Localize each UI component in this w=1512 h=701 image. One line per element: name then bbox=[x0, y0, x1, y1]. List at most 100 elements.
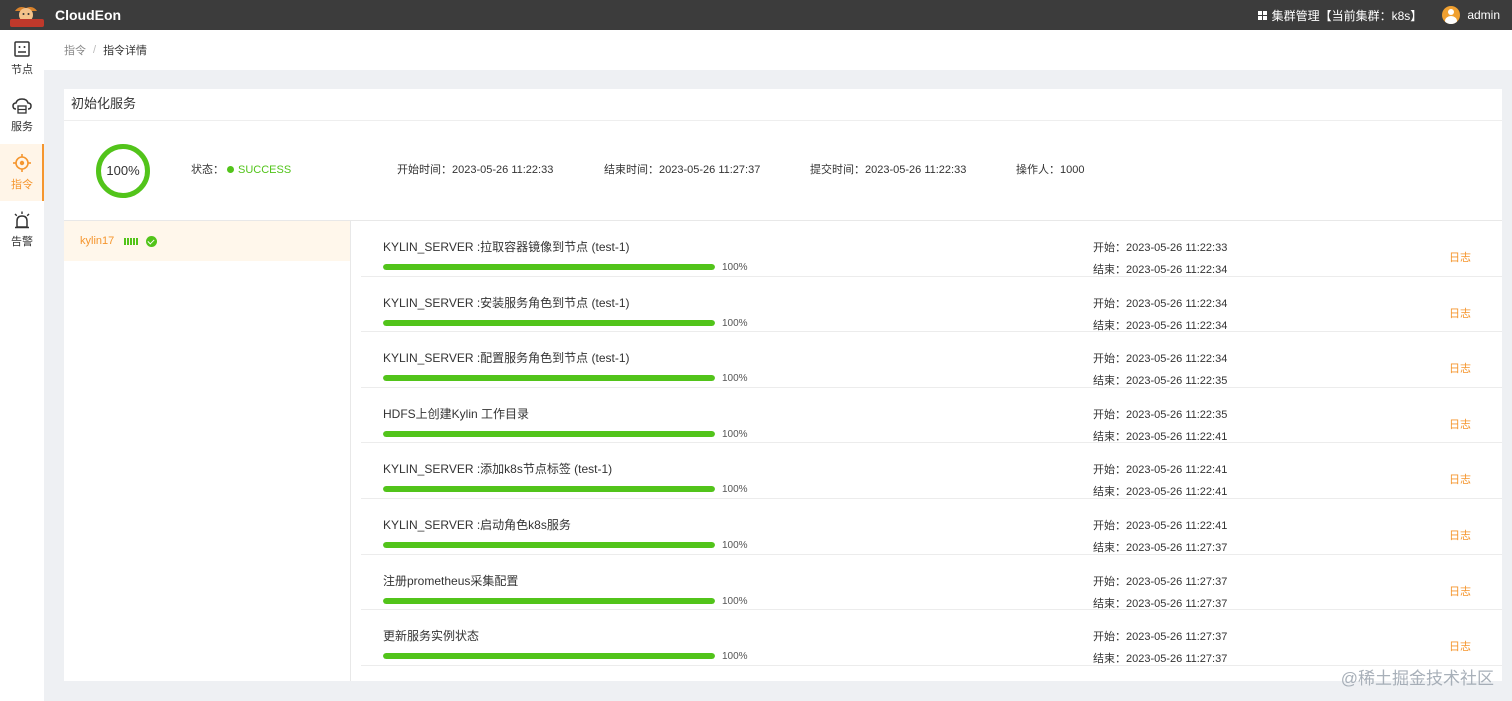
sidebar-item-alarms[interactable]: 告警 bbox=[0, 201, 44, 258]
host-list: kylin17 bbox=[64, 221, 351, 681]
task-start-label: 开始： bbox=[1093, 519, 1126, 532]
progress-bars-icon bbox=[124, 237, 139, 245]
task-progress-bar bbox=[383, 597, 715, 604]
task-progress-bar bbox=[383, 375, 715, 382]
success-check-icon bbox=[146, 235, 158, 247]
node-icon bbox=[14, 41, 30, 57]
task-progress-bar bbox=[383, 486, 715, 493]
task-start-value: 2023-05-26 11:22:33 bbox=[1126, 242, 1228, 254]
task-progress-fill bbox=[383, 653, 715, 660]
task-end-value: 2023-05-26 11:27:37 bbox=[1126, 653, 1228, 666]
task-start: 开始：2023-05-26 11:22:41 bbox=[1093, 461, 1227, 477]
task-progress-fill bbox=[383, 319, 715, 326]
task-start-label: 开始： bbox=[1093, 464, 1126, 477]
task-start-value: 2023-05-26 11:22:34 bbox=[1126, 297, 1228, 310]
status-dot-icon bbox=[227, 166, 234, 173]
task-end-value: 2023-05-26 11:27:37 bbox=[1126, 541, 1228, 554]
task-log-link[interactable]: 日志 bbox=[1449, 527, 1471, 543]
sidebar-item-nodes[interactable]: 节点 bbox=[0, 30, 44, 87]
task-end-label: 结束： bbox=[1093, 653, 1126, 666]
sidebar-item-label: 服务 bbox=[11, 121, 33, 133]
task-progress-bar bbox=[383, 653, 715, 660]
task-log-link[interactable]: 日志 bbox=[1449, 638, 1471, 654]
task-start: 开始：2023-05-26 11:27:37 bbox=[1093, 573, 1227, 589]
task-start: 开始：2023-05-26 11:22:41 bbox=[1093, 517, 1227, 533]
task-progress-fill bbox=[383, 375, 715, 382]
task-log-link[interactable]: 日志 bbox=[1449, 249, 1471, 265]
end-time-field: 结束时间：2023-05-26 11:27:37 bbox=[604, 161, 760, 177]
start-time-label: 开始时间： bbox=[397, 164, 452, 176]
grid-icon bbox=[1257, 10, 1267, 20]
task-progress-text: 100% bbox=[722, 373, 748, 385]
operator-label: 操作人： bbox=[1016, 164, 1060, 176]
alarm-icon bbox=[14, 211, 30, 228]
task-progress-text: 100% bbox=[722, 595, 748, 607]
user-name: admin bbox=[1467, 8, 1500, 22]
breadcrumb-current: 指令详情 bbox=[103, 45, 148, 57]
command-title: 初始化服务 bbox=[64, 89, 1502, 121]
top-bar: CloudEon 集群管理【当前集群：k8s】 admin bbox=[0, 0, 1512, 30]
task-log-link[interactable]: 日志 bbox=[1449, 360, 1471, 376]
task-end: 结束：2023-05-26 11:22:41 bbox=[1093, 428, 1227, 444]
task-start-value: 2023-05-26 11:27:37 bbox=[1126, 631, 1228, 644]
submit-time-value: 2023-05-26 11:22:33 bbox=[865, 164, 967, 176]
task-progress-fill bbox=[383, 264, 715, 270]
cluster-management-menu[interactable]: 集群管理【当前集群：k8s】 bbox=[1257, 7, 1422, 24]
task-end: 结束：2023-05-26 11:22:41 bbox=[1093, 483, 1227, 499]
task-log-link[interactable]: 日志 bbox=[1449, 471, 1471, 487]
task-progress-fill bbox=[383, 430, 715, 437]
sidebar-item-label: 指令 bbox=[11, 179, 33, 191]
task-start-label: 开始： bbox=[1093, 242, 1126, 254]
task-end: 结束：2023-05-26 11:22:35 bbox=[1093, 372, 1227, 388]
avatar-icon bbox=[1442, 6, 1461, 24]
task-end-label: 结束： bbox=[1093, 430, 1126, 443]
status-label: 状态： bbox=[191, 164, 224, 176]
task-list: KYLIN_SERVER :拉取容器镜像到节点 (test-1) 100% 开始：2… bbox=[361, 221, 1502, 666]
task-end-value: 2023-05-26 11:22:41 bbox=[1126, 486, 1228, 499]
task-end-label: 结束： bbox=[1093, 541, 1126, 554]
cloudeon-logo[interactable] bbox=[9, 2, 45, 28]
task-start: 开始：2023-05-26 11:22:34 bbox=[1093, 295, 1227, 311]
task-start-value: 2023-05-26 11:22:41 bbox=[1126, 464, 1228, 477]
sidebar: 节点 服务 指令 告警 bbox=[0, 30, 44, 701]
task-start-label: 开始： bbox=[1093, 297, 1126, 310]
task-progress-text: 100% bbox=[722, 484, 748, 496]
sidebar-item-services[interactable]: 服务 bbox=[0, 87, 44, 144]
status-value: SUCCESS bbox=[238, 164, 292, 176]
task-end-value: 2023-05-26 11:22:35 bbox=[1126, 375, 1228, 388]
task-start-value: 2023-05-26 11:22:35 bbox=[1126, 408, 1228, 421]
task-row: 更新服务实例状态 100% 开始：2023-05-26 11:27:37 结束：202… bbox=[361, 610, 1502, 666]
host-item[interactable]: kylin17 bbox=[64, 221, 350, 261]
end-time-label: 结束时间： bbox=[604, 164, 659, 176]
task-log-link[interactable]: 日志 bbox=[1449, 583, 1471, 599]
task-start-label: 开始： bbox=[1093, 408, 1126, 421]
sidebar-item-label: 告警 bbox=[11, 235, 33, 248]
task-start-value: 2023-05-26 11:22:41 bbox=[1126, 519, 1228, 532]
task-log-link[interactable]: 日志 bbox=[1449, 305, 1471, 321]
sidebar-item-label: 节点 bbox=[11, 64, 33, 76]
task-progress-text: 100% bbox=[722, 317, 748, 329]
breadcrumb-separator: / bbox=[93, 44, 97, 56]
end-time-value: 2023-05-26 11:27:37 bbox=[659, 164, 761, 176]
task-end-value: 2023-05-26 11:22:41 bbox=[1126, 430, 1228, 443]
task-log-link[interactable]: 日志 bbox=[1449, 416, 1471, 432]
task-end: 结束：2023-05-26 11:27:37 bbox=[1093, 539, 1227, 555]
app-brand: CloudEon bbox=[55, 7, 122, 23]
task-progress-fill bbox=[383, 541, 715, 548]
task-name: 更新服务实例状态 bbox=[383, 629, 480, 644]
task-row: KYLIN_SERVER :启动角色k8s服务 100% 开始：2023-05-26… bbox=[361, 499, 1502, 555]
start-time-value: 2023-05-26 11:22:33 bbox=[452, 164, 554, 176]
task-name: KYLIN_SERVER :拉取容器镜像到节点 (test-1) bbox=[383, 240, 630, 254]
task-start: 开始：2023-05-26 11:22:34 bbox=[1093, 350, 1227, 366]
status-field: 状态： SUCCESS bbox=[191, 161, 291, 177]
task-progress-text: 100% bbox=[722, 539, 748, 551]
user-menu[interactable]: admin bbox=[1442, 6, 1500, 24]
breadcrumb-parent-link[interactable]: 指令 bbox=[64, 42, 86, 58]
task-start-label: 开始： bbox=[1093, 353, 1126, 366]
operator-value: 1000 bbox=[1060, 164, 1085, 176]
host-name: kylin17 bbox=[80, 235, 115, 247]
sidebar-item-commands[interactable]: 指令 bbox=[0, 144, 44, 201]
task-name: KYLIN_SERVER :启动角色k8s服务 bbox=[383, 517, 571, 532]
operator-field: 操作人：1000 bbox=[1016, 161, 1084, 177]
command-summary: 100% 状态： SUCCESS 开始时间：2023-05-26 11:22:33… bbox=[64, 121, 1502, 221]
